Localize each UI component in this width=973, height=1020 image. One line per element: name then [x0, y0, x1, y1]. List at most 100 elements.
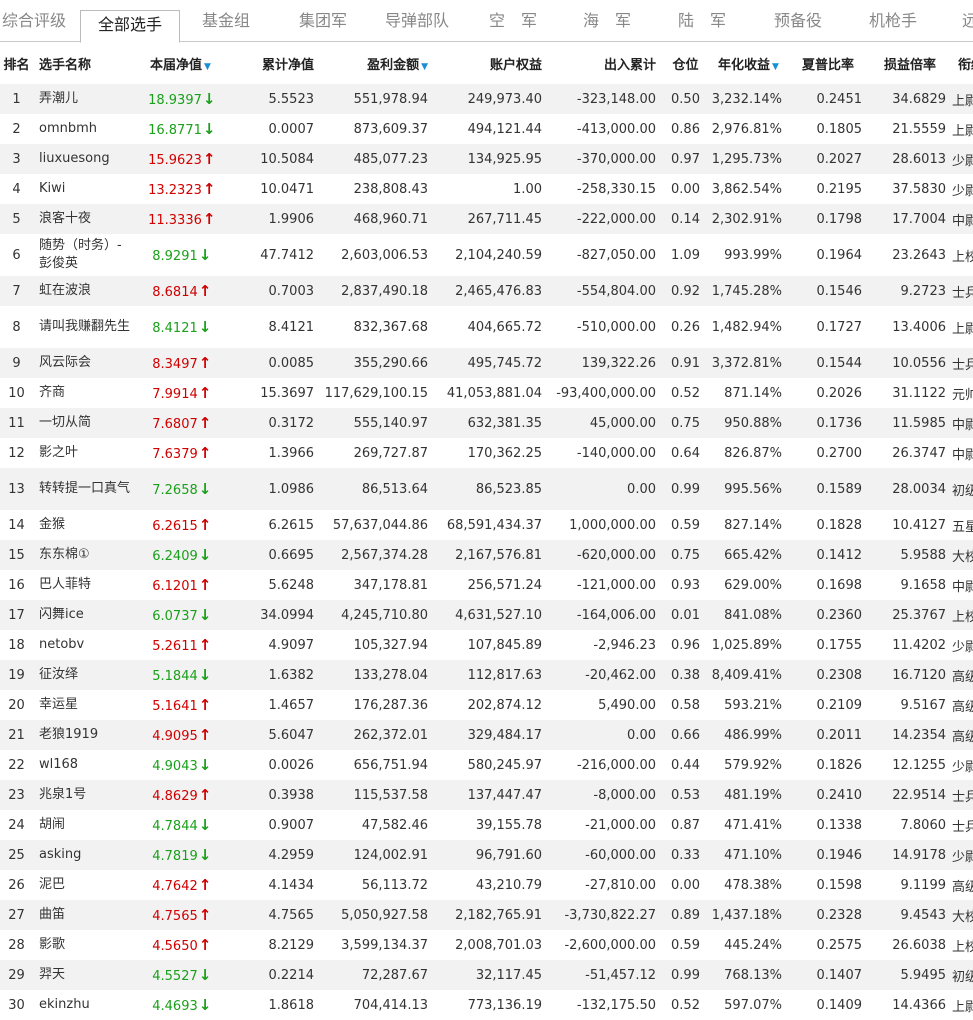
tab-2[interactable]: 基金组 [186, 0, 266, 41]
table-row[interactable]: 22 wl168 4.9043↓ 0.0026 656,751.94 580,245.97… [0, 750, 973, 780]
table-row[interactable]: 9 风云际会 8.3497↑ 0.0085 355,290.66 495,745.72 13… [0, 348, 973, 378]
player-name-cell[interactable]: 虹在波浪 [33, 276, 133, 306]
table-row[interactable]: 3 liuxuesong 15.9623↑ 10.5084 485,077.23 134,… [0, 144, 973, 174]
table-row[interactable]: 10 齐商 7.9914↑ 15.3697 117,629,100.15 41,053,8… [0, 378, 973, 408]
equity-cell: 2,465,476.83 [434, 276, 548, 306]
player-name-cell[interactable]: omnbmh [33, 114, 133, 144]
player-name-cell[interactable]: 东东棉① [33, 540, 133, 570]
rank-title-cell: 高级士官 [952, 870, 973, 900]
header-rank-title[interactable]: 衔级 [952, 42, 973, 84]
player-name-cell[interactable]: 胡闹 [33, 810, 133, 840]
player-name-cell[interactable]: 浪客十夜 [33, 204, 133, 234]
tab-1[interactable]: 全部选手 [80, 10, 180, 43]
header-cum-nav[interactable]: 累计净值 [228, 42, 320, 84]
position-cell: 0.99 [662, 468, 709, 510]
flow-cell: 0.00 [548, 720, 662, 750]
player-name-cell[interactable]: 羿天 [33, 960, 133, 990]
player-name-cell[interactable]: liuxuesong [33, 144, 133, 174]
player-name-cell[interactable]: asking [33, 840, 133, 870]
header-name[interactable]: 选手名称 [33, 42, 133, 84]
player-name-cell[interactable]: 请叫我赚翻先生 [33, 306, 133, 348]
player-name-cell[interactable]: 一切从简 [33, 408, 133, 438]
tab-0[interactable]: 综合评级 [0, 0, 68, 41]
table-row[interactable]: 7 虹在波浪 8.6814↑ 0.7003 2,837,490.18 2,465,476.… [0, 276, 973, 306]
table-row[interactable]: 28 影歌 4.5650↑ 8.2129 3,599,134.37 2,008,701.0… [0, 930, 973, 960]
header-annual[interactable]: 年化收益 ▼ [709, 42, 788, 84]
tab-4[interactable]: 导弹部队 [374, 0, 460, 41]
header-flow[interactable]: 出入累计 [548, 42, 662, 84]
table-row[interactable]: 4 Kiwi 13.2323↑ 10.0471 238,808.43 1.00 -258,3… [0, 174, 973, 204]
player-name-cell[interactable]: netobv [33, 630, 133, 660]
player-name-cell[interactable]: 兆泉1号 [33, 780, 133, 810]
table-row[interactable]: 17 闪舞ice 6.0737↓ 34.0994 4,245,710.80 4,631,5… [0, 600, 973, 630]
player-name-cell[interactable]: Kiwi [33, 174, 133, 204]
equity-cell: 107,845.89 [434, 630, 548, 660]
table-row[interactable]: 24 胡闹 4.7844↓ 0.9007 47,582.46 39,155.78 -21,0… [0, 810, 973, 840]
arrow-up-icon: ↑ [202, 210, 216, 228]
player-name-cell[interactable]: 金猴 [33, 510, 133, 540]
arrow-up-icon: ↑ [198, 414, 212, 432]
header-position[interactable]: 仓位 [662, 42, 709, 84]
pl-ratio-cell: 14.9178 [868, 840, 952, 870]
player-name-cell[interactable]: 巴人菲特 [33, 570, 133, 600]
table-row[interactable]: 1 弄潮儿 18.9397↓ 5.5523 551,978.94 249,973.40 -3… [0, 84, 973, 114]
weekly-nav-value: 6.2615 [152, 519, 198, 534]
table-row[interactable]: 13 转转提一口真气 7.2658↓ 1.0986 86,513.64 86,523.85… [0, 468, 973, 510]
player-name-cell[interactable]: 泥巴 [33, 870, 133, 900]
weekly-nav-cell: 6.2615↑ [133, 510, 228, 540]
table-row[interactable]: 15 东东棉① 6.2409↓ 0.6695 2,567,374.28 2,167,576… [0, 540, 973, 570]
table-row[interactable]: 20 幸运星 5.1641↑ 1.4657 176,287.36 202,874.12 5,… [0, 690, 973, 720]
table-row[interactable]: 30 ekinzhu 4.4693↓ 1.8618 704,414.13 773,136.… [0, 990, 973, 1020]
player-name-cell[interactable]: 征汝绎 [33, 660, 133, 690]
player-name-cell[interactable]: 弄潮儿 [33, 84, 133, 114]
table-row[interactable]: 21 老狼1919 4.9095↑ 5.6047 262,372.01 329,484.1… [0, 720, 973, 750]
tab-6[interactable]: 海 军 [570, 0, 644, 41]
player-name-cell[interactable]: 闪舞ice [33, 600, 133, 630]
table-row[interactable]: 29 羿天 4.5527↓ 0.2214 72,287.67 32,117.45 -51,4… [0, 960, 973, 990]
player-name-cell[interactable]: 影歌 [33, 930, 133, 960]
tab-9[interactable]: 机枪手 [853, 0, 933, 41]
header-profit[interactable]: 盈利金额 ▼ [320, 42, 434, 84]
table-row[interactable]: 5 浪客十夜 11.3336↑ 1.9906 468,960.71 267,711.45-… [0, 204, 973, 234]
table-row[interactable]: 27 曲笛 4.7565↑ 4.7565 5,050,927.58 2,182,765.9… [0, 900, 973, 930]
header-ratio[interactable]: 损益倍率 [868, 42, 952, 84]
table-row[interactable]: 18 netobv 5.2611↑ 4.9097 105,327.94 107,845.8… [0, 630, 973, 660]
table-row[interactable]: 12 影之叶 7.6379↑ 1.3966 269,727.87 170,362.25 -1… [0, 438, 973, 468]
table-row[interactable]: 14 金猴 6.2615↑ 6.2615 57,637,044.86 68,591,434… [0, 510, 973, 540]
weekly-nav-value: 4.7642 [152, 879, 198, 894]
tab-5[interactable]: 空 军 [476, 0, 550, 41]
cum-nav-cell: 10.5084 [228, 144, 320, 174]
header-weekly-nav[interactable]: 本届净值 ▼ [133, 42, 228, 84]
player-name-cell[interactable]: 曲笛 [33, 900, 133, 930]
player-name-cell[interactable]: 随势（时务）-彭俊英 [33, 234, 133, 276]
header-sharpe[interactable]: 夏普比率 [788, 42, 868, 84]
player-name-cell[interactable]: 齐商 [33, 378, 133, 408]
table-row[interactable]: 23 兆泉1号 4.8629↑ 0.3938 115,537.58 137,447.47-… [0, 780, 973, 810]
header-rank[interactable]: 排名 [0, 42, 33, 84]
header-equity[interactable]: 账户权益 [434, 42, 548, 84]
tab-3[interactable]: 集团军 [283, 0, 363, 41]
tab-8[interactable]: 预备役 [758, 0, 838, 41]
table-row[interactable]: 25 asking 4.7819↓ 4.2959 124,002.91 96,791.60… [0, 840, 973, 870]
tab-7[interactable]: 陆 军 [665, 0, 739, 41]
tab-10[interactable]: 远 [955, 0, 973, 41]
table-row[interactable]: 6 随势（时务）-彭俊英 8.9291↓ 47.7412 2,603,006.53 2,1… [0, 234, 973, 276]
player-name-cell[interactable]: 风云际会 [33, 348, 133, 378]
weekly-nav-cell: 7.9914↑ [133, 378, 228, 408]
table-row[interactable]: 2 omnbmh 16.8771↓ 0.0007 873,609.37 494,121.4… [0, 114, 973, 144]
table-row[interactable]: 26 泥巴 4.7642↑ 4.1434 56,113.72 43,210.79 -27,8… [0, 870, 973, 900]
table-row[interactable]: 16 巴人菲特 6.1201↑ 5.6248 347,178.81 256,571.24-… [0, 570, 973, 600]
profit-cell: 105,327.94 [320, 630, 434, 660]
profit-cell: 2,603,006.53 [320, 234, 434, 276]
player-name-cell[interactable]: 老狼1919 [33, 720, 133, 750]
player-name-cell[interactable]: 幸运星 [33, 690, 133, 720]
table-row[interactable]: 8 请叫我赚翻先生 8.4121↓ 8.4121 832,367.68 404,665.7… [0, 306, 973, 348]
player-name-cell[interactable]: 转转提一口真气 [33, 468, 133, 510]
player-name-cell[interactable]: ekinzhu [33, 990, 133, 1020]
table-row[interactable]: 11 一切从简 7.6807↑ 0.3172 555,140.97 632,381.35 4… [0, 408, 973, 438]
profit-cell: 355,290.66 [320, 348, 434, 378]
arrow-down-icon: ↓ [198, 606, 212, 624]
player-name-cell[interactable]: wl168 [33, 750, 133, 780]
table-row[interactable]: 19 征汝绎 5.1844↓ 1.6382 133,278.04 112,817.63 -2… [0, 660, 973, 690]
player-name-cell[interactable]: 影之叶 [33, 438, 133, 468]
